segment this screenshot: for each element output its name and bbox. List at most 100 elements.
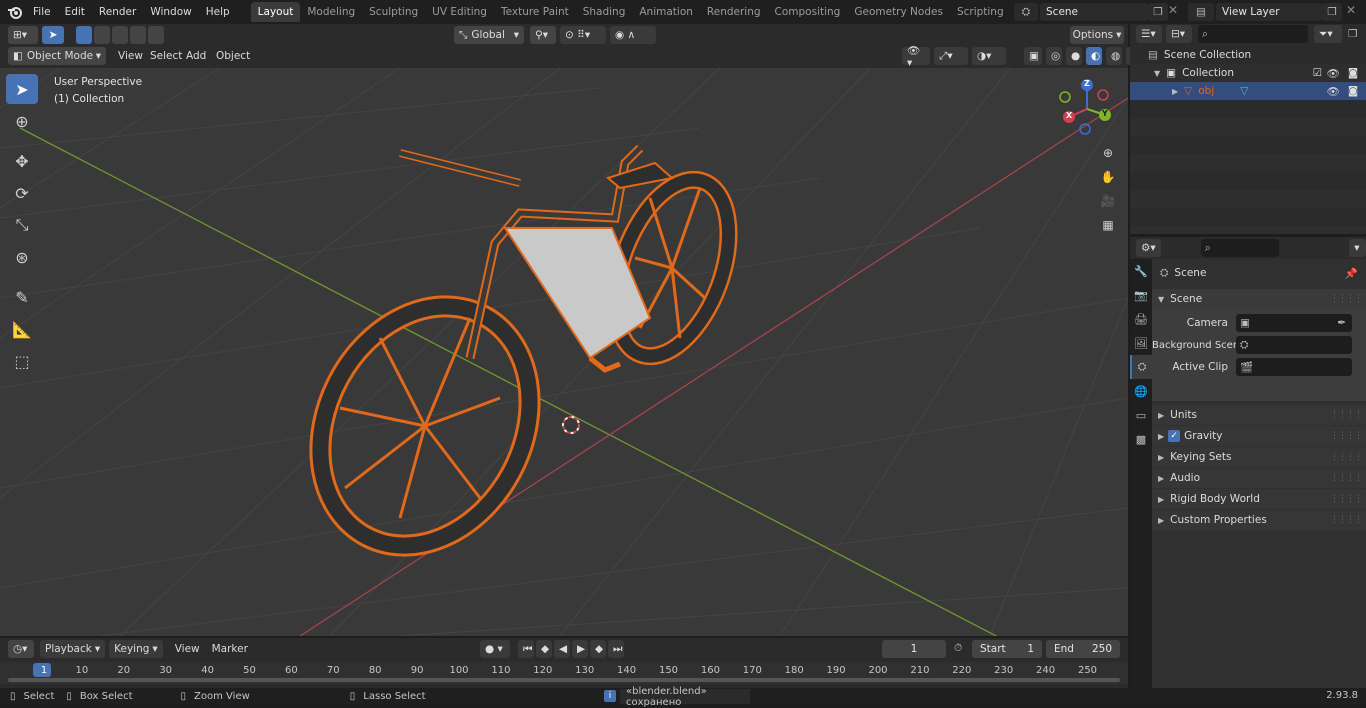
- camera-field[interactable]: ▣ ✒: [1236, 314, 1352, 332]
- tab-sculpting[interactable]: Sculpting: [362, 2, 425, 22]
- play-reverse-icon[interactable]: ◀: [554, 640, 570, 658]
- camera-view-icon[interactable]: 🎥: [1098, 190, 1118, 212]
- gravity-panel-header[interactable]: ▶ ✓ Gravity ⋮⋮⋮⋮: [1152, 426, 1366, 446]
- start-frame-field[interactable]: Start 1: [972, 640, 1042, 658]
- rendered-shading-icon[interactable]: ◍: [1106, 47, 1122, 65]
- gizmo-toggle-icon[interactable]: ⤢▾: [934, 47, 968, 65]
- solid-shading-icon[interactable]: ●: [1066, 47, 1082, 65]
- perspective-toggle-icon[interactable]: ▦: [1098, 214, 1118, 236]
- filter-icon[interactable]: ⏷▾: [1314, 25, 1342, 43]
- mesh-data-icon[interactable]: ▽: [1240, 85, 1248, 97]
- current-frame-field[interactable]: 1: [882, 640, 946, 658]
- end-frame-field[interactable]: End 250: [1046, 640, 1120, 658]
- select-box-tool-icon[interactable]: ➤: [6, 74, 38, 104]
- wireframe-shading-icon[interactable]: ◎: [1046, 47, 1062, 65]
- tool-tab-icon[interactable]: 🔧: [1130, 259, 1152, 283]
- audio-panel-header[interactable]: ▶ Audio ⋮⋮⋮⋮: [1152, 468, 1366, 488]
- chevron-right-icon[interactable]: ▶: [1172, 87, 1178, 96]
- outliner-row-obj[interactable]: ▶ ▽ obj ▽ 👁 ◙: [1130, 82, 1366, 100]
- snap-toggle-icon[interactable]: ⊙ ⠿▾: [560, 26, 606, 44]
- rotate-tool-icon[interactable]: ⟳: [6, 178, 38, 208]
- zoom-icon[interactable]: ⊕: [1098, 142, 1118, 164]
- timeline-menu-view[interactable]: View: [169, 640, 206, 658]
- viewport-menu-object[interactable]: Object: [210, 47, 256, 65]
- texture-tab-icon[interactable]: ▩: [1130, 427, 1152, 451]
- custom-properties-panel-header[interactable]: ▶ Custom Properties ⋮⋮⋮⋮: [1152, 510, 1366, 530]
- auto-keying-icon[interactable]: ● ▾: [480, 640, 510, 658]
- view-layer-tab-icon[interactable]: 🖼: [1130, 331, 1152, 355]
- proportional-editing-icon[interactable]: ◉ ∧: [610, 26, 656, 44]
- tab-texture-paint[interactable]: Texture Paint: [494, 2, 576, 22]
- measure-tool-icon[interactable]: 📐: [6, 314, 38, 344]
- overlay-toggle-icon[interactable]: ◑▾: [972, 47, 1006, 65]
- editor-type-icon[interactable]: ⊞▾: [8, 26, 38, 44]
- render-tab-icon[interactable]: 📷: [1130, 283, 1152, 307]
- outliner-row-collection[interactable]: ▼ ▣ Collection ☑ 👁 ◙: [1130, 64, 1366, 82]
- next-keyframe-icon[interactable]: ◆: [590, 640, 606, 658]
- new-collection-icon[interactable]: ❐: [1348, 28, 1357, 40]
- properties-search-input[interactable]: ⌕: [1200, 239, 1280, 257]
- camera-icon[interactable]: ◙: [1348, 67, 1358, 79]
- view-layer-selector-icon[interactable]: ▤: [1188, 3, 1214, 21]
- menu-window[interactable]: Window: [143, 2, 198, 22]
- outliner-editor-type-icon[interactable]: ☰▾: [1136, 25, 1162, 43]
- drag-handle-icon[interactable]: ⋮⋮⋮⋮: [1330, 294, 1363, 304]
- timeline-menu-marker[interactable]: Marker: [206, 640, 254, 658]
- rigid-body-world-panel-header[interactable]: ▶ Rigid Body World ⋮⋮⋮⋮: [1152, 489, 1366, 509]
- jump-end-icon[interactable]: ⏭: [608, 640, 624, 658]
- select-subtract-icon[interactable]: [112, 26, 128, 44]
- select-invert-icon[interactable]: [130, 26, 146, 44]
- outliner-search-input[interactable]: ⌕: [1198, 25, 1308, 43]
- scene-tab-icon[interactable]: ⛭: [1130, 355, 1152, 379]
- outliner-row-scene-collection[interactable]: ▤ Scene Collection: [1130, 46, 1366, 64]
- viewport-menu-add[interactable]: Add: [180, 47, 212, 65]
- pin-icon[interactable]: 📌: [1345, 267, 1358, 280]
- add-cube-tool-icon[interactable]: ⬚: [6, 346, 38, 376]
- eyedropper-icon[interactable]: ✒: [1337, 317, 1346, 329]
- object-mode-dropdown[interactable]: ◧ Object Mode ▾: [8, 47, 106, 65]
- background-scene-field[interactable]: ⛭: [1236, 336, 1352, 354]
- pan-hand-icon[interactable]: ✋: [1098, 166, 1118, 188]
- menu-render[interactable]: Render: [92, 2, 143, 22]
- options-button[interactable]: Options ▾: [1070, 26, 1124, 44]
- properties-editor-type-icon[interactable]: ⚙▾: [1136, 239, 1161, 257]
- cursor-tool-icon[interactable]: ⊕: [6, 106, 38, 136]
- camera-icon[interactable]: ◙: [1348, 85, 1358, 97]
- keying-sets-panel-header[interactable]: ▶ Keying Sets ⋮⋮⋮⋮: [1152, 447, 1366, 467]
- gravity-checkbox[interactable]: ✓: [1168, 430, 1181, 442]
- new-view-layer-icon[interactable]: ❐: [1322, 3, 1342, 21]
- eye-icon[interactable]: 👁: [1327, 67, 1340, 80]
- keying-dropdown[interactable]: Keying ▾: [109, 640, 163, 658]
- tab-modeling[interactable]: Modeling: [300, 2, 362, 22]
- scene-panel-header[interactable]: ▼ Scene ⋮⋮⋮⋮: [1152, 289, 1366, 309]
- eye-icon[interactable]: 👁: [1327, 85, 1340, 98]
- tab-layout[interactable]: Layout: [250, 2, 301, 22]
- tab-animation[interactable]: Animation: [632, 2, 700, 22]
- blender-logo-icon[interactable]: [4, 1, 26, 23]
- move-tool-icon[interactable]: ✥: [6, 146, 38, 176]
- jump-start-icon[interactable]: ⏮: [518, 640, 534, 658]
- pivot-point-icon[interactable]: ⚲▾: [530, 26, 556, 44]
- drag-handle-icon[interactable]: ⋮⋮⋮⋮: [1330, 473, 1363, 483]
- remove-view-layer-icon[interactable]: ✕: [1346, 3, 1356, 17]
- tab-geometry-nodes[interactable]: Geometry Nodes: [847, 2, 950, 22]
- drag-handle-icon[interactable]: ⋮⋮⋮⋮: [1330, 410, 1363, 420]
- playback-dropdown[interactable]: Playback ▾: [40, 640, 106, 658]
- tab-uv-editing[interactable]: UV Editing: [425, 2, 494, 22]
- display-mode-icon[interactable]: ⊟▾: [1166, 25, 1192, 43]
- transform-orientation-dropdown[interactable]: ⤡ Global ▾: [454, 26, 524, 44]
- visibility-icon[interactable]: 👁▾: [902, 45, 930, 69]
- select-intersect-icon[interactable]: [148, 26, 164, 44]
- timeline-editor-type-icon[interactable]: ◷▾: [8, 640, 34, 658]
- new-scene-icon[interactable]: ❐: [1148, 3, 1168, 21]
- chevron-down-icon[interactable]: ▼: [1154, 69, 1160, 78]
- select-new-icon[interactable]: [76, 26, 92, 44]
- remove-scene-icon[interactable]: ✕: [1168, 3, 1178, 17]
- select-tool-icon[interactable]: ➤: [42, 26, 64, 44]
- world-tab-icon[interactable]: 🌐: [1130, 379, 1152, 403]
- properties-options-icon[interactable]: ▾: [1349, 239, 1366, 257]
- units-panel-header[interactable]: ▶ Units ⋮⋮⋮⋮: [1152, 405, 1366, 425]
- menu-edit[interactable]: Edit: [58, 2, 92, 22]
- view-layer-field[interactable]: View Layer: [1216, 3, 1322, 21]
- exclude-checkbox-icon[interactable]: ☑: [1313, 67, 1322, 79]
